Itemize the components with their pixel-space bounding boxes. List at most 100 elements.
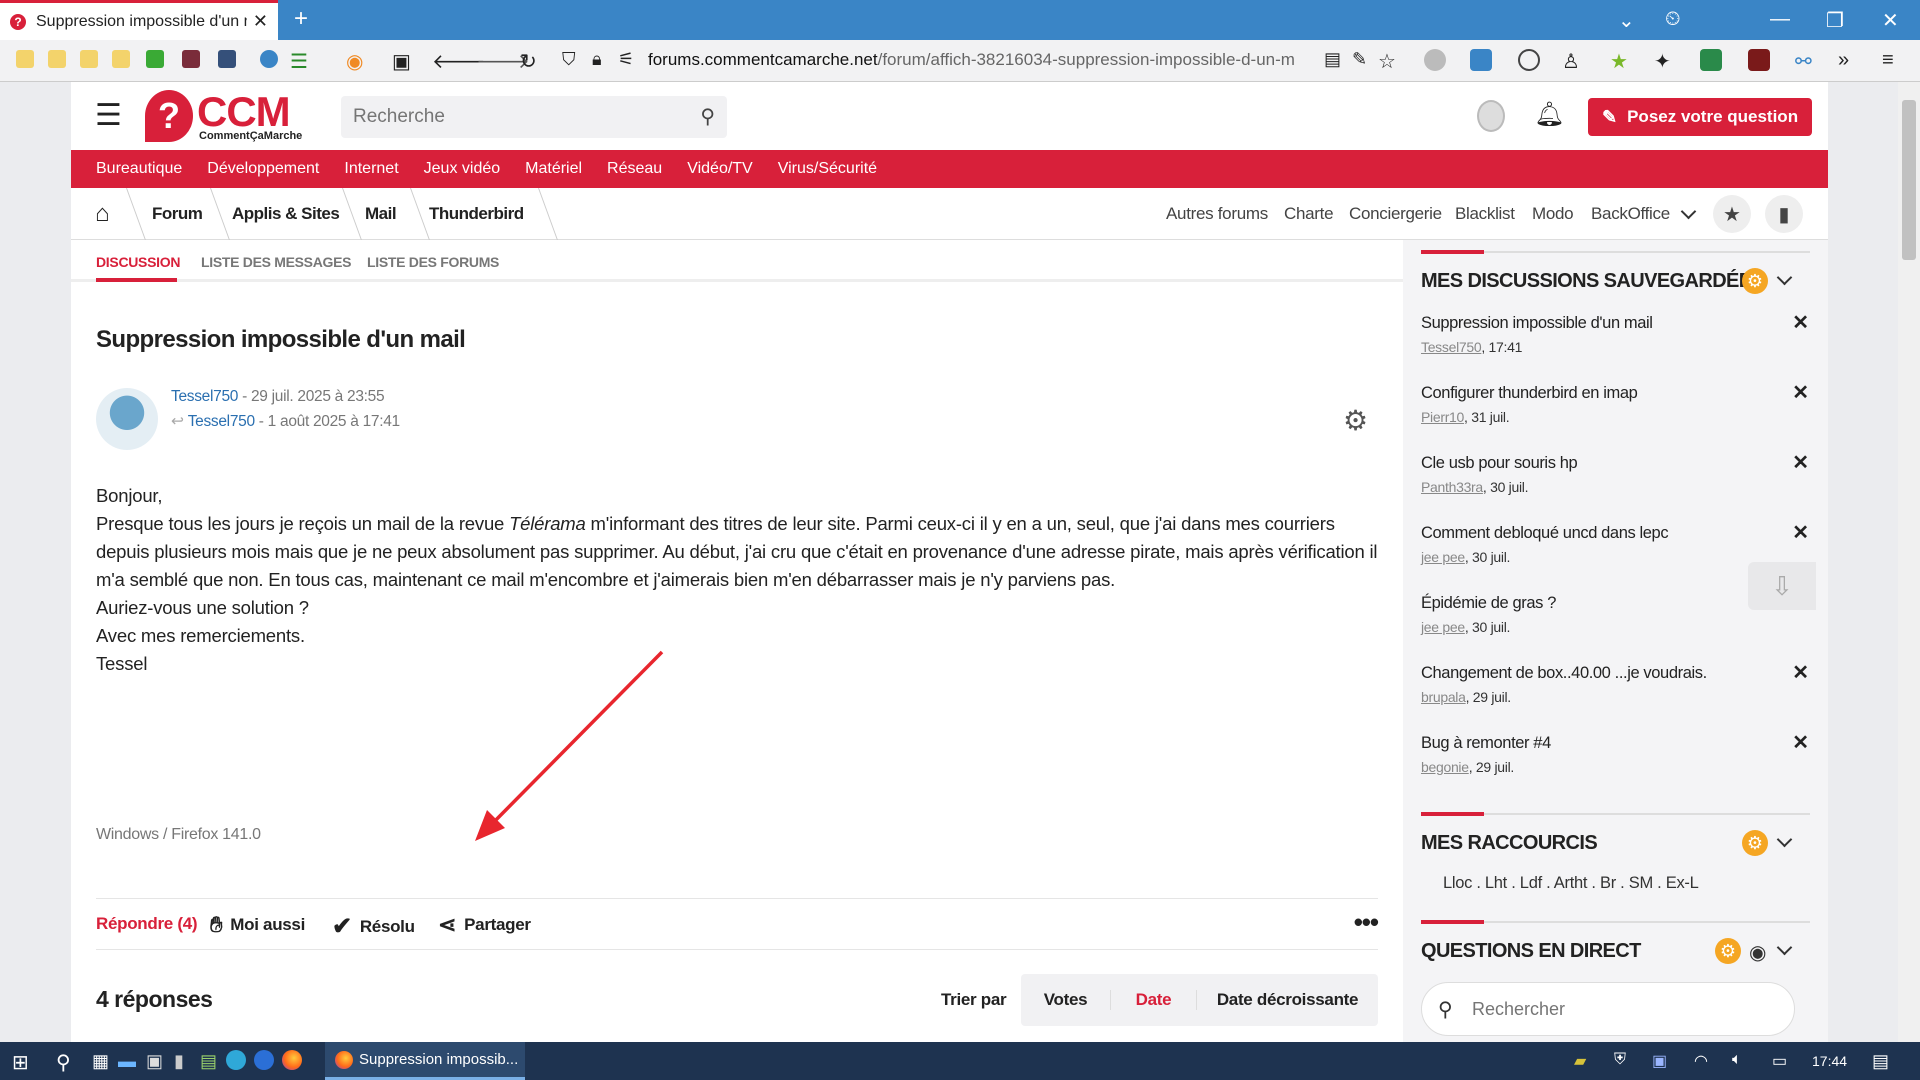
category-link[interactable]: Virus/Sécurité [778, 160, 877, 178]
tab-messages[interactable]: LISTE DES MESSAGES [201, 254, 351, 270]
live-search-input[interactable] [1472, 997, 1772, 1021]
category-link[interactable]: Vidéo/TV [687, 160, 753, 178]
live-search-field[interactable]: ⚲ [1421, 982, 1795, 1036]
chevron-down-icon[interactable] [1776, 939, 1793, 956]
search-input[interactable] [353, 104, 673, 130]
app-icon[interactable]: ▬ [118, 1051, 136, 1072]
bookmark-photo-icon[interactable] [218, 50, 236, 68]
search-icon[interactable]: ⚲ [700, 104, 715, 129]
author-link[interactable]: Tessel750 [171, 388, 238, 405]
settings-gear-icon[interactable]: ⚙ [1742, 830, 1768, 856]
chevron-down-icon[interactable] [1776, 831, 1793, 848]
remove-icon[interactable]: ✕ [1792, 520, 1809, 545]
download-floating-button[interactable]: ⇩ [1748, 562, 1816, 610]
volume-icon[interactable]: 🔈︎ [1732, 1051, 1742, 1069]
minimize-icon[interactable]: — [1770, 8, 1790, 31]
more-options-icon[interactable]: ••• [1354, 907, 1379, 938]
sidebar-icon[interactable]: ▣ [392, 49, 411, 74]
link-charte[interactable]: Charte [1284, 204, 1334, 224]
category-link[interactable]: Réseau [607, 160, 662, 178]
app-icon[interactable]: ▤ [200, 1051, 217, 1072]
tray-app-icon[interactable]: ▣ [1652, 1051, 1667, 1071]
app-icon[interactable] [254, 1050, 274, 1070]
saved-discussion-item[interactable]: Cle usb pour souris hp Panth33ra, 30 juil… [1421, 452, 1809, 495]
author-avatar[interactable] [96, 388, 158, 450]
scrollbar-thumb[interactable] [1902, 100, 1916, 260]
tray-app-icon[interactable]: ▰ [1574, 1051, 1586, 1071]
sort-date[interactable]: Date [1111, 990, 1197, 1010]
browser-tab-active[interactable]: ? Suppression impossible d'un m ✕ [0, 0, 278, 40]
me-too-button[interactable]: ✋︎ Moi aussi [210, 912, 305, 938]
breadcrumb-forum[interactable]: Forum [152, 204, 203, 224]
shortcuts-list[interactable]: Lloc . Lht . Ldf . Artht . Br . SM . Ex-… [1443, 874, 1699, 893]
extension-star-icon[interactable]: ★ [1610, 49, 1628, 74]
tab-discussion[interactable]: DISCUSSION [96, 254, 180, 270]
menu-lines-icon[interactable]: ☰ [290, 49, 308, 74]
tracking-shield-icon[interactable]: ⛉ [562, 49, 576, 70]
firefox-icon[interactable] [282, 1050, 302, 1070]
edit-page-icon[interactable]: ✎ [1352, 49, 1367, 70]
link-blacklist[interactable]: Blacklist [1455, 204, 1515, 224]
link-autres-forums[interactable]: Autres forums [1166, 204, 1268, 224]
extension-link-icon[interactable]: ⚯ [1795, 49, 1812, 74]
bookmark-folder-icon[interactable] [48, 50, 66, 68]
ublock-icon[interactable] [1748, 49, 1770, 71]
sort-date-desc[interactable]: Date décroissante [1197, 990, 1378, 1010]
remove-icon[interactable]: ✕ [1792, 380, 1809, 405]
remove-icon[interactable]: ✕ [1792, 730, 1809, 755]
remove-icon[interactable]: ✕ [1792, 310, 1809, 335]
reload-icon[interactable]: ↻ [520, 49, 537, 74]
extension-icon[interactable] [1424, 49, 1446, 71]
restore-icon[interactable]: ❐ [1826, 8, 1844, 33]
link-conciergerie[interactable]: Conciergerie [1349, 204, 1442, 224]
rss-feed-icon[interactable]: ◉ [1749, 940, 1766, 965]
extension-icon[interactable] [1470, 49, 1492, 71]
edge-icon[interactable] [226, 1050, 246, 1070]
overflow-chevron-icon[interactable]: » [1838, 49, 1849, 72]
remove-icon[interactable]: ✕ [1792, 660, 1809, 685]
battery-icon[interactable]: ▭ [1772, 1051, 1787, 1071]
app-menu-icon[interactable]: ≡ [1882, 49, 1894, 72]
ccm-logo[interactable]: ? CCM CommentÇaMarche [145, 88, 315, 146]
saved-discussion-item[interactable]: Comment debloqué uncd dans lepc jee pee, … [1421, 522, 1809, 565]
extension-icon[interactable] [1518, 49, 1540, 71]
settings-gear-icon[interactable]: ⚙ [1742, 268, 1768, 294]
category-link[interactable]: Bureautique [96, 160, 182, 178]
home-icon[interactable]: ⌂ [95, 200, 110, 228]
link-modo[interactable]: Modo [1532, 204, 1574, 224]
reply-author-link[interactable]: Tessel750 [188, 413, 255, 430]
sort-votes[interactable]: Votes [1021, 990, 1111, 1010]
site-search[interactable]: ⚲ [341, 96, 727, 138]
new-tab-icon[interactable]: + [294, 5, 308, 33]
ask-question-button[interactable]: ✎ Posez votre question [1588, 98, 1812, 136]
tab-close-icon[interactable]: ✕ [253, 11, 268, 32]
extension-icon[interactable]: ♙ [1562, 49, 1580, 74]
saved-discussion-item[interactable]: Changement de box..40.00 ...je voudrais.… [1421, 662, 1809, 705]
breadcrumb-thunderbird[interactable]: Thunderbird [429, 204, 524, 224]
search-icon[interactable]: ⚲ [56, 1050, 71, 1075]
bookmark-shield-icon[interactable] [260, 50, 278, 68]
bookmark-plus-icon[interactable] [146, 50, 164, 68]
chevron-down-icon[interactable] [1776, 269, 1793, 286]
extensions-puzzle-icon[interactable]: ✦ [1654, 49, 1671, 74]
rss-icon[interactable]: ◉ [346, 49, 363, 74]
category-link[interactable]: Matériel [525, 160, 582, 178]
notification-bell-icon[interactable]: 🔔︎ [1534, 100, 1564, 129]
clock[interactable]: 17:44 [1812, 1053, 1847, 1069]
stats-chart-button[interactable]: ▮ [1765, 195, 1803, 233]
post-settings-gear-icon[interactable]: ⚙ [1343, 404, 1368, 437]
remove-icon[interactable]: ✕ [1792, 450, 1809, 475]
solved-button[interactable]: ✔ Résolu [332, 912, 415, 941]
bookmark-folder-icon[interactable] [16, 50, 34, 68]
close-window-icon[interactable]: ✕ [1882, 8, 1899, 33]
firefox-view-icon[interactable]: ⏲ [1665, 8, 1681, 31]
category-link[interactable]: Jeux vidéo [424, 160, 501, 178]
link-backoffice[interactable]: BackOffice [1591, 204, 1670, 224]
bookmark-folder-icon[interactable] [80, 50, 98, 68]
breadcrumb-applis[interactable]: Applis & Sites [232, 204, 340, 224]
bookmark-folder-icon[interactable] [112, 50, 130, 68]
url-bar[interactable]: forums.commentcamarche.net/forum/affich-… [648, 50, 1316, 70]
avatar[interactable] [1477, 100, 1505, 132]
settings-gear-icon[interactable]: ⚙ [1715, 938, 1741, 964]
favorite-star-button[interactable]: ★ [1713, 195, 1751, 233]
